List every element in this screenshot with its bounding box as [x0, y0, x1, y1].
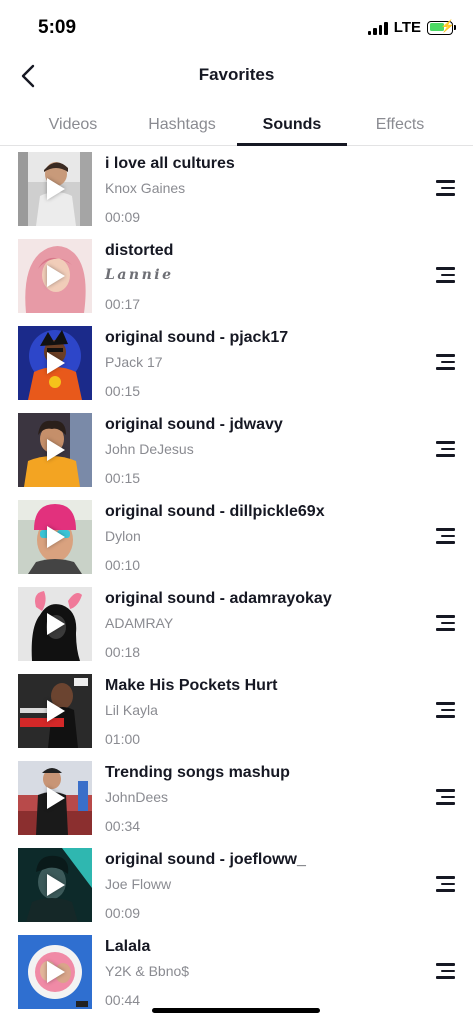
list-item[interactable]: original sound - jdwavy John DeJesus 00:… [0, 408, 473, 495]
sound-duration: 00:15 [105, 470, 141, 486]
play-icon [47, 265, 65, 287]
sound-artist: Y2K & Bbno$ [105, 963, 190, 979]
tab-sounds[interactable]: Sounds [237, 104, 347, 146]
sound-duration: 00:15 [105, 383, 141, 399]
sound-duration: 01:00 [105, 731, 141, 747]
play-icon [47, 700, 65, 722]
sound-duration: 00:18 [105, 644, 141, 660]
sound-thumbnail[interactable] [18, 587, 92, 661]
list-item[interactable]: original sound - pjack17 PJack 17 00:15 [0, 321, 473, 408]
sound-title: original sound - joefloww_ [105, 851, 306, 868]
play-icon [47, 787, 65, 809]
sound-artist: Knox Gaines [105, 180, 186, 196]
reorder-icon[interactable] [425, 260, 455, 290]
nav-bar: Favorites [0, 56, 473, 96]
tab-videos[interactable]: Videos [18, 104, 128, 146]
sound-title: distorted [105, 242, 174, 259]
play-icon [47, 613, 65, 635]
sound-thumbnail[interactable] [18, 500, 92, 574]
battery-icon: ⚡ [427, 18, 456, 35]
sound-title: Make His Pockets Hurt [105, 677, 278, 694]
sound-thumbnail[interactable] [18, 152, 92, 226]
sound-thumbnail[interactable] [18, 413, 92, 487]
list-item[interactable]: Trending songs mashup JohnDees 00:34 [0, 756, 473, 843]
sound-title: original sound - dillpickle69x [105, 503, 325, 520]
reorder-icon[interactable] [425, 434, 455, 464]
reorder-icon[interactable] [425, 695, 455, 725]
sound-artist: John DeJesus [105, 441, 194, 457]
list-item[interactable]: Lalala Y2K & Bbno$ 00:44 [0, 930, 473, 1017]
sound-duration: 00:09 [105, 905, 141, 921]
sound-artist: PJack 17 [105, 354, 163, 370]
sound-thumbnail[interactable] [18, 239, 92, 313]
sound-artist: Dylon [105, 528, 141, 544]
tab-hashtags[interactable]: Hashtags [127, 104, 237, 146]
reorder-icon[interactable] [425, 521, 455, 551]
play-icon [47, 961, 65, 983]
play-icon [47, 439, 65, 461]
sound-thumbnail[interactable] [18, 761, 92, 835]
play-icon [47, 874, 65, 896]
tab-effects[interactable]: Effects [345, 104, 455, 146]
home-indicator[interactable] [152, 1008, 320, 1013]
sound-duration: 00:17 [105, 296, 141, 312]
sound-thumbnail[interactable] [18, 674, 92, 748]
charging-icon: ⚡ [440, 18, 455, 33]
sound-title: i love all cultures [105, 155, 235, 172]
sound-artist: Joe Floww [105, 876, 172, 892]
list-item[interactable]: distorted Lannie 00:17 [0, 234, 473, 321]
list-item[interactable]: original sound - dillpickle69x Dylon 00:… [0, 495, 473, 582]
network-type: LTE [393, 19, 421, 36]
sound-thumbnail[interactable] [18, 848, 92, 922]
page-title: Favorites [198, 65, 275, 84]
reorder-icon[interactable] [425, 869, 455, 899]
reorder-icon[interactable] [425, 347, 455, 377]
play-icon [47, 526, 65, 548]
sound-thumbnail[interactable] [18, 326, 92, 400]
play-icon [47, 352, 65, 374]
sound-duration: 00:09 [105, 209, 141, 225]
sound-duration: 00:44 [105, 992, 141, 1008]
reorder-icon[interactable] [425, 608, 455, 638]
list-item[interactable]: Make His Pockets Hurt Lil Kayla 01:00 [0, 669, 473, 756]
status-time: 5:09 [38, 17, 77, 38]
sound-artist: JohnDees [105, 789, 169, 805]
reorder-icon[interactable] [425, 782, 455, 812]
play-icon [47, 178, 65, 200]
sound-title: original sound - pjack17 [105, 329, 289, 346]
reorder-icon[interactable] [425, 173, 455, 203]
reorder-icon[interactable] [425, 956, 455, 986]
sound-duration: 00:34 [105, 818, 141, 834]
sound-title: original sound - jdwavy [105, 416, 283, 433]
sound-artist: Lannie [105, 267, 174, 283]
sound-title: Trending songs mashup [105, 764, 290, 781]
signal-icon [367, 21, 388, 35]
status-indicators: LTE ⚡ [367, 18, 456, 36]
sound-thumbnail[interactable] [18, 935, 92, 1009]
list-item[interactable]: i love all cultures Knox Gaines 00:09 [0, 147, 473, 234]
list-item[interactable]: original sound - adamrayokay ADAMRAY 00:… [0, 582, 473, 669]
sound-artist: ADAMRAY [105, 615, 174, 631]
sound-title: original sound - adamrayokay [105, 590, 332, 607]
list-item[interactable]: original sound - joefloww_ Joe Floww 00:… [0, 843, 473, 930]
sound-duration: 00:10 [105, 557, 141, 573]
sound-title: Lalala [105, 938, 151, 955]
sound-artist: Lil Kayla [105, 702, 158, 718]
status-bar: 5:09 LTE ⚡ [0, 0, 473, 56]
tab-bar: Videos Hashtags Sounds Effects [0, 104, 473, 146]
active-tab-indicator [237, 143, 347, 146]
